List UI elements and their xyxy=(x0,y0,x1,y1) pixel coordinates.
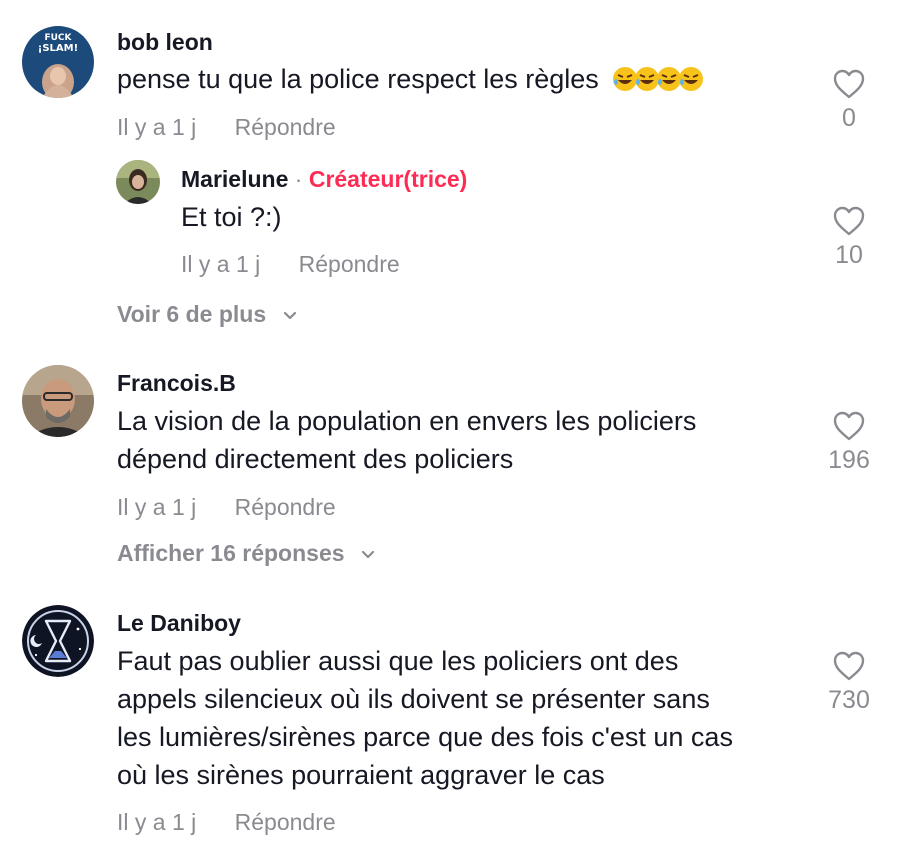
comment-text-line: les lumières/sirènes parce que des fois … xyxy=(117,722,733,752)
separator-dot: · xyxy=(294,166,303,192)
view-replies-label: Afficher 16 réponses xyxy=(117,540,345,566)
avatar[interactable] xyxy=(22,365,94,437)
comment-username[interactable]: bob leon xyxy=(117,29,213,56)
emoji-group xyxy=(612,64,704,94)
like-button[interactable]: 730 xyxy=(814,650,884,715)
comment-timestamp: Il y a 1 j xyxy=(117,809,197,835)
heart-outline-icon xyxy=(833,206,865,236)
chevron-down-icon xyxy=(283,312,296,320)
svg-text:¡SLAM!: ¡SLAM! xyxy=(38,43,78,54)
view-replies-button[interactable]: Afficher 16 réponses xyxy=(117,540,375,567)
comment-text: Faut pas oublier aussi que les policiers… xyxy=(117,642,733,794)
like-button[interactable]: 10 xyxy=(814,205,884,270)
like-count: 196 xyxy=(828,446,870,474)
like-count: 0 xyxy=(842,104,856,132)
comment-text-line: dépend directement des policiers xyxy=(117,444,514,474)
comment-text: La vision de la population en envers les… xyxy=(117,402,696,478)
reply-button[interactable]: Répondre xyxy=(235,114,336,140)
heart-outline-icon xyxy=(833,651,865,681)
reply-meta: Il y a 1 j Répondre xyxy=(181,251,400,278)
like-count: 10 xyxy=(835,241,863,269)
comment-text-line: Faut pas oublier aussi que les policiers… xyxy=(117,646,679,676)
creator-badge: Créateur(trice) xyxy=(308,166,468,192)
svg-text:FUCK: FUCK xyxy=(44,33,72,43)
comment-timestamp: Il y a 1 j xyxy=(117,494,197,520)
reply-username[interactable]: Marielune xyxy=(181,166,288,192)
comment-text-body: pense tu que la police respect les règle… xyxy=(117,64,599,94)
chevron-down-icon xyxy=(361,551,375,559)
comment-text-line: où les sirènes pourraient aggraver le ca… xyxy=(117,760,605,790)
comment-meta: Il y a 1 j Répondre xyxy=(117,494,336,521)
rolling-laughing-emoji-icon xyxy=(679,67,704,91)
reply-button[interactable]: Répondre xyxy=(235,494,336,520)
comment-text: pense tu que la police respect les règle… xyxy=(117,60,704,98)
like-button[interactable]: 0 xyxy=(814,68,884,133)
heart-outline-icon xyxy=(833,411,865,441)
comment-text-line: La vision de la population en envers les… xyxy=(117,406,697,436)
comment-timestamp: Il y a 1 j xyxy=(117,114,197,140)
view-more-replies-button[interactable]: Voir 6 de plus xyxy=(117,301,297,328)
reply-username-row: Marielune · Créateur(trice) xyxy=(181,166,467,193)
reply-timestamp: Il y a 1 j xyxy=(181,251,261,277)
reply-button[interactable]: Répondre xyxy=(299,251,400,277)
comment-text-line: appels silencieux où ils doivent se prés… xyxy=(117,684,710,714)
view-more-label: Voir 6 de plus xyxy=(117,301,267,327)
like-count: 730 xyxy=(828,686,870,714)
comment-meta: Il y a 1 j Répondre xyxy=(117,809,336,836)
avatar[interactable]: FUCK ¡SLAM! xyxy=(22,26,94,98)
comment-username[interactable]: Francois.B xyxy=(117,370,236,397)
like-button[interactable]: 196 xyxy=(814,410,884,475)
avatar[interactable] xyxy=(116,160,160,204)
avatar[interactable] xyxy=(22,605,94,677)
reply-button[interactable]: Répondre xyxy=(235,809,336,835)
comment-username[interactable]: Le Daniboy xyxy=(117,610,241,637)
comment-meta: Il y a 1 j Répondre xyxy=(117,114,336,141)
heart-outline-icon xyxy=(833,69,865,99)
reply-text: Et toi ?:) xyxy=(181,202,282,232)
